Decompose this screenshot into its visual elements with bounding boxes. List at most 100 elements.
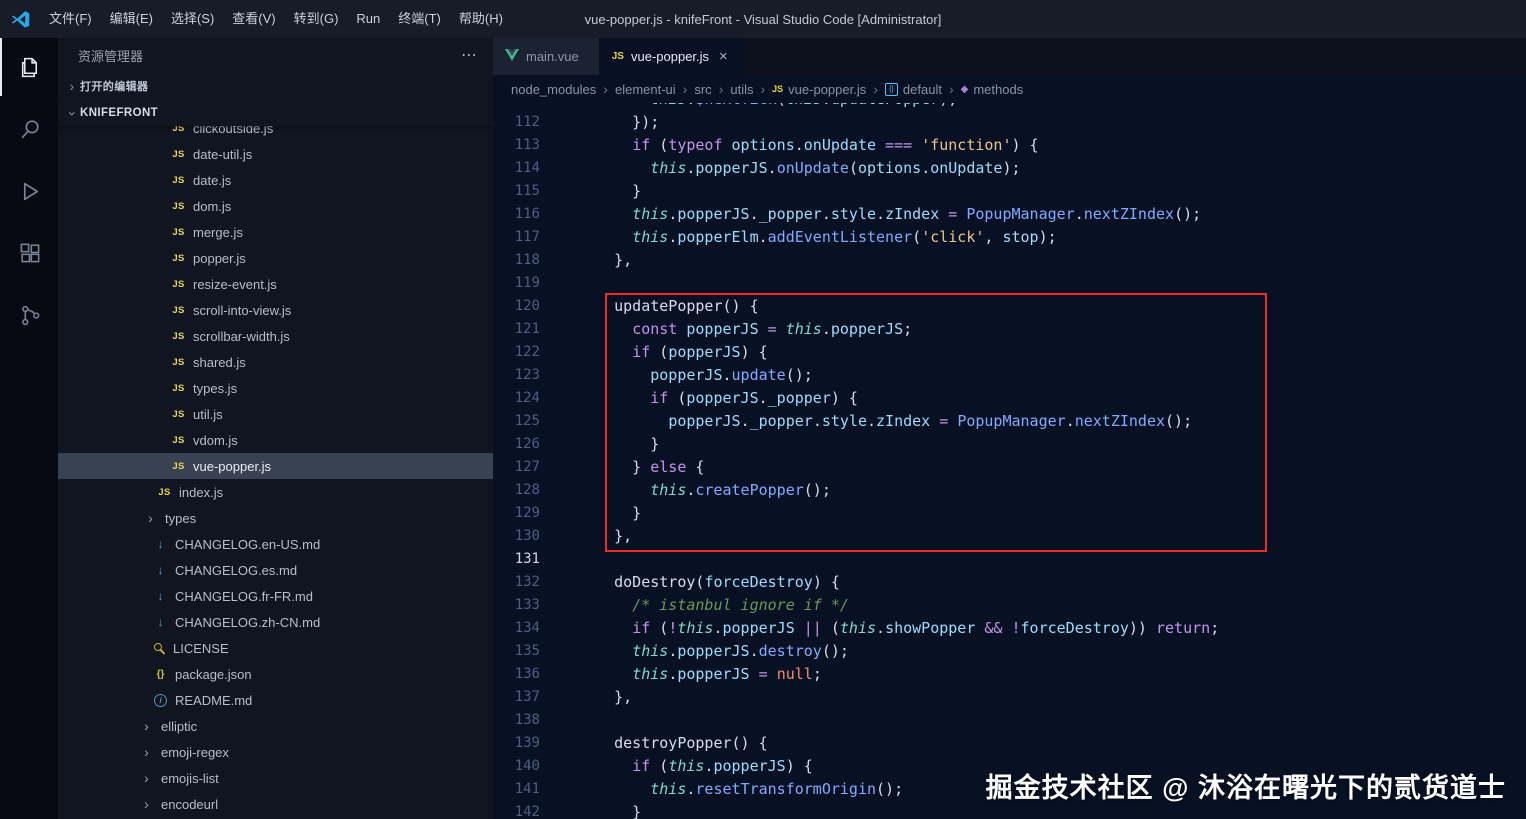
breadcrumb-label: element-ui (614, 81, 676, 97)
menubar-item-5[interactable]: Run (347, 0, 389, 38)
tree-item-types-js[interactable]: JS types.js (58, 375, 493, 401)
open-editors-section[interactable]: 打开的编辑器 (58, 72, 493, 99)
code-line-118[interactable]: 118 }, (493, 249, 1526, 272)
code-line-128[interactable]: 128 this.createPopper(); (493, 479, 1526, 502)
tree-item-resize-event-js[interactable]: JS resize-event.js (58, 271, 493, 297)
breadcrumb-label: utils (730, 81, 754, 97)
tab-main-vue[interactable]: main.vue (493, 38, 600, 75)
tree-item-util-js[interactable]: JS util.js (58, 401, 493, 427)
code-line-126[interactable]: 126 } (493, 433, 1526, 456)
tree-item-license[interactable]: LICENSE (58, 635, 493, 661)
tree-item-scrollbar-width-js[interactable]: JS scrollbar-width.js (58, 323, 493, 349)
code-line-130[interactable]: 130 }, (493, 525, 1526, 548)
menubar-item-7[interactable]: 帮助(H) (450, 0, 512, 38)
code-line-137[interactable]: 137 }, (493, 686, 1526, 709)
code-line-122[interactable]: 122 if (popperJS) { (493, 341, 1526, 364)
tree-item-label: package.json (175, 666, 252, 682)
tab-vue-popper-js[interactable]: JS vue-popper.js × (599, 38, 743, 75)
tree-item-elliptic[interactable]: › elliptic (58, 713, 493, 739)
code-line-139[interactable]: 139 destroyPopper() { (493, 732, 1526, 755)
code-line-127[interactable]: 127 } else { (493, 456, 1526, 479)
code-line-111[interactable]: 111 this.$nextTick(this.updatePopper); (493, 103, 1526, 111)
activity-run-debug-icon[interactable] (0, 162, 58, 220)
breadcrumb-item-default[interactable]: {} default (884, 82, 942, 97)
markdown-icon: ↓ (157, 563, 164, 577)
tree-item-changelog-fr-fr-md[interactable]: ↓ CHANGELOG.fr-FR.md (58, 583, 493, 609)
breadcrumb-separator: › (603, 81, 608, 97)
line-number: 127 (514, 459, 540, 475)
more-actions-icon[interactable]: ⋯ (461, 45, 477, 65)
explorer-title: 资源管理器 (78, 48, 144, 64)
tree-item-dom-js[interactable]: JS dom.js (58, 193, 493, 219)
code-line-136[interactable]: 136 this.popperJS = null; (493, 663, 1526, 686)
menubar-item-0[interactable]: 文件(F) (40, 0, 101, 38)
code-line-119[interactable]: 119 (493, 272, 1526, 295)
menubar-item-6[interactable]: 终端(T) (389, 0, 450, 38)
tree-item-merge-js[interactable]: JS merge.js (58, 219, 493, 245)
tree-item-shared-js[interactable]: JS shared.js (58, 349, 493, 375)
tree-item-label: vue-popper.js (193, 458, 272, 474)
tree-item-readme-md[interactable]: i README.md (58, 687, 493, 713)
breadcrumb-item-vue-popper-js[interactable]: JS vue-popper.js (772, 82, 866, 97)
breadcrumb-separator: › (760, 81, 766, 97)
menubar-item-1[interactable]: 编辑(E) (101, 0, 162, 38)
code-line-112[interactable]: 112 }); (493, 111, 1526, 134)
code-line-116[interactable]: 116 this.popperJS._popper.style.zIndex =… (493, 203, 1526, 226)
breadcrumb-item-src[interactable]: src (694, 82, 711, 97)
code-line-133[interactable]: 133 /* istanbul ignore if */ (493, 594, 1526, 617)
tree-item-popper-js[interactable]: JS popper.js (58, 245, 493, 271)
tree-item-date-util-js[interactable]: JS date-util.js (58, 141, 493, 167)
code-line-131[interactable]: 131 (493, 548, 1526, 571)
activity-source-control-icon[interactable] (0, 286, 58, 344)
line-number: 121 (514, 321, 540, 337)
code-line-138[interactable]: 138 (493, 709, 1526, 732)
activity-explorer-icon[interactable] (0, 38, 58, 96)
activity-extensions-icon[interactable] (0, 224, 58, 282)
breadcrumb-item-methods[interactable]: ◆ methods (961, 82, 1024, 97)
watermark: 掘金技术社区 @ 沐浴在曙光下的贰货道士 (985, 773, 1506, 803)
tree-item-vdom-js[interactable]: JS vdom.js (58, 427, 493, 453)
line-number: 142 (514, 804, 540, 819)
code-line-132[interactable]: 132 doDestroy(forceDestroy) { (493, 571, 1526, 594)
tree-item-vue-popper-js[interactable]: JS vue-popper.js (58, 453, 493, 479)
tree-item-index-js[interactable]: JS index.js (58, 479, 493, 505)
tree-item-changelog-es-md[interactable]: ↓ CHANGELOG.es.md (58, 557, 493, 583)
code-line-115[interactable]: 115 } (493, 180, 1526, 203)
tree-item-clickoutside-js[interactable]: JS clickoutside.js (58, 126, 493, 141)
tree-item-package-json[interactable]: {} package.json (58, 661, 493, 687)
code-text: } (578, 182, 642, 200)
tree-item-types[interactable]: › types (58, 505, 493, 531)
code-line-120[interactable]: 120 updatePopper() { (493, 295, 1526, 318)
tree-item-encodeurl[interactable]: › encodeurl (58, 791, 493, 817)
menubar-item-3[interactable]: 查看(V) (223, 0, 284, 38)
code-line-135[interactable]: 135 this.popperJS.destroy(); (493, 640, 1526, 663)
code-line-129[interactable]: 129 } (493, 502, 1526, 525)
line-number: 128 (514, 482, 540, 498)
tree-item-emoji-regex[interactable]: › emoji-regex (58, 739, 493, 765)
code-line-123[interactable]: 123 popperJS.update(); (493, 364, 1526, 387)
code-line-124[interactable]: 124 if (popperJS._popper) { (493, 387, 1526, 410)
breadcrumb-item-utils[interactable]: utils (730, 82, 753, 97)
activity-search-icon[interactable] (0, 100, 58, 158)
code-editor[interactable]: 111 this.$nextTick(this.updatePopper);11… (493, 103, 1526, 819)
code-line-113[interactable]: 113 if (typeof options.onUpdate === 'fun… (493, 134, 1526, 157)
breadcrumb-item-node-modules[interactable]: node_modules (511, 82, 596, 97)
code-line-121[interactable]: 121 const popperJS = this.popperJS; (493, 318, 1526, 341)
code-text: } else { (578, 458, 705, 476)
tree-item-emojis-list[interactable]: › emojis-list (58, 765, 493, 791)
code-line-117[interactable]: 117 this.popperElm.addEventListener('cli… (493, 226, 1526, 249)
close-icon[interactable]: × (717, 48, 730, 65)
code-text: }, (578, 251, 633, 269)
tree-item-scroll-into-view-js[interactable]: JS scroll-into-view.js (58, 297, 493, 323)
code-line-125[interactable]: 125 popperJS._popper.style.zIndex = Popu… (493, 410, 1526, 433)
knifefront-section[interactable]: KNIFEFRONT (58, 99, 493, 126)
code-line-114[interactable]: 114 this.popperJS.onUpdate(options.onUpd… (493, 157, 1526, 180)
menubar-item-2[interactable]: 选择(S) (162, 0, 223, 38)
tree-item-changelog-en-us-md[interactable]: ↓ CHANGELOG.en-US.md (58, 531, 493, 557)
code-line-134[interactable]: 134 if (!this.popperJS || (this.showPopp… (493, 617, 1526, 640)
tree-item-date-js[interactable]: JS date.js (58, 167, 493, 193)
tree-item-label: elliptic (161, 718, 198, 734)
tree-item-changelog-zh-cn-md[interactable]: ↓ CHANGELOG.zh-CN.md (58, 609, 493, 635)
breadcrumb-item-element-ui[interactable]: element-ui (615, 82, 676, 97)
menubar-item-4[interactable]: 转到(G) (285, 0, 348, 38)
